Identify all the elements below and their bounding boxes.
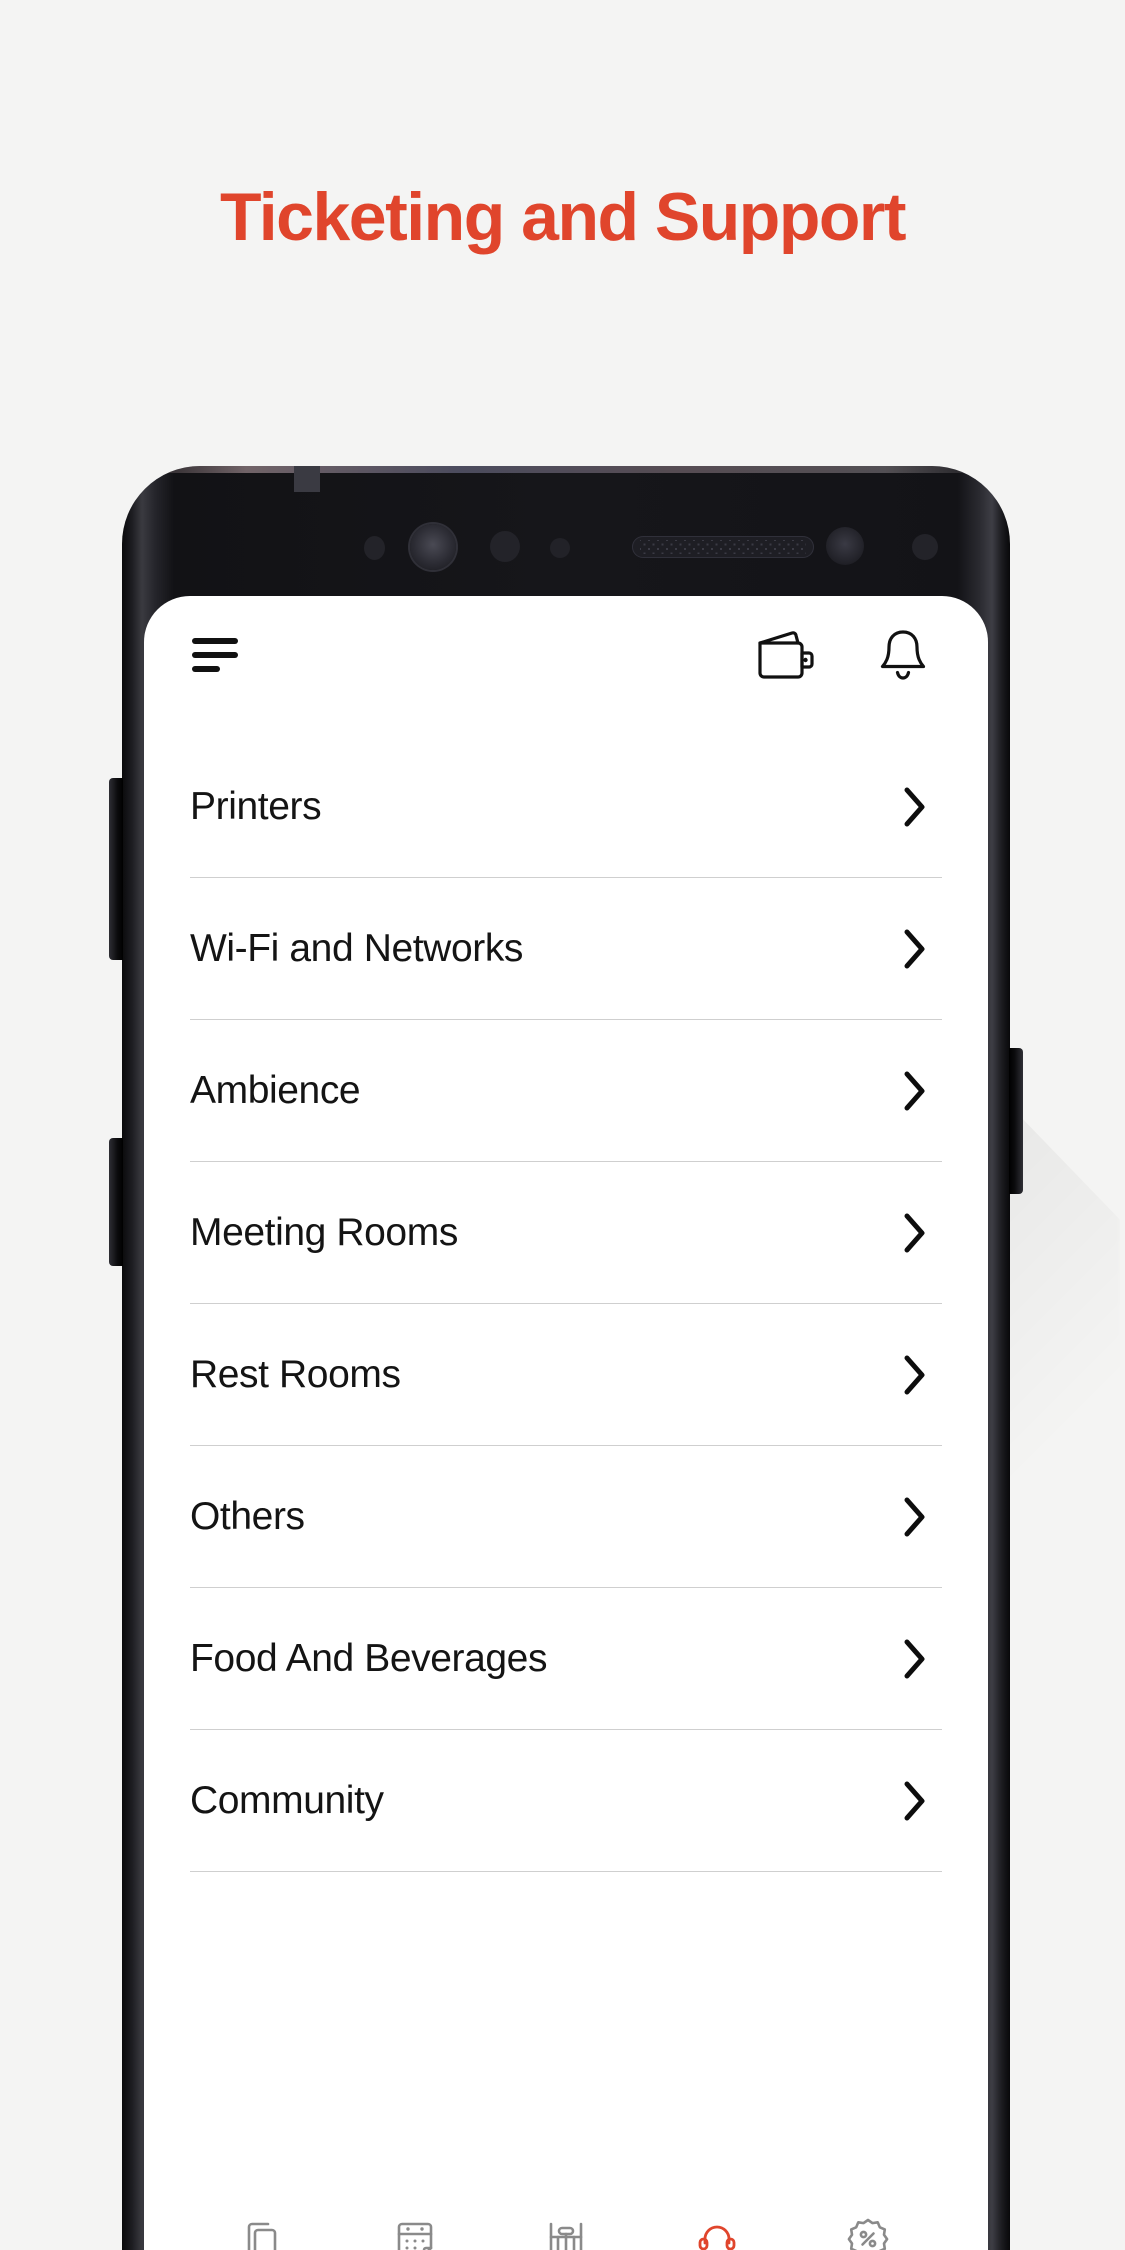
chevron-right-icon[interactable] <box>898 787 932 826</box>
chevron-right-icon[interactable] <box>898 929 932 968</box>
nav-item-workspace[interactable] <box>490 2215 641 2250</box>
category-row-ambience[interactable]: Ambience <box>190 1020 942 1162</box>
bell-icon[interactable] <box>872 624 934 686</box>
hamburger-line-2 <box>192 652 238 658</box>
ambient-light-sensor-icon <box>826 527 864 565</box>
category-label: Ambience <box>190 1068 361 1112</box>
secondary-sensor-icon <box>912 534 938 560</box>
chevron-right-icon[interactable] <box>898 1497 932 1536</box>
category-label: Rest Rooms <box>190 1352 401 1396</box>
category-row-wifi-and-networks[interactable]: Wi-Fi and Networks <box>190 878 942 1020</box>
nav-item-support[interactable] <box>642 2215 793 2250</box>
hamburger-menu-icon[interactable] <box>192 638 238 672</box>
wallet-icon[interactable] <box>754 624 816 686</box>
desk-workspace-icon <box>542 2215 590 2250</box>
nav-item-cards[interactable] <box>188 2215 339 2250</box>
category-row-rest-rooms[interactable]: Rest Rooms <box>190 1304 942 1446</box>
category-row-others[interactable]: Others <box>190 1446 942 1588</box>
chevron-right-icon[interactable] <box>898 1213 932 1252</box>
category-row-meeting-rooms[interactable]: Meeting Rooms <box>190 1162 942 1304</box>
category-label: Meeting Rooms <box>190 1210 458 1254</box>
power-button[interactable] <box>1009 1048 1023 1194</box>
phone-device-frame: Printers Wi-Fi and Networks Ambience Mee… <box>122 466 1010 2250</box>
hamburger-line-3 <box>192 666 220 672</box>
volume-rocker-button[interactable] <box>109 778 123 960</box>
phone-screen: Printers Wi-Fi and Networks Ambience Mee… <box>144 596 988 2250</box>
app-header <box>144 596 988 714</box>
page-title: Ticketing and Support <box>219 179 907 255</box>
category-row-printers[interactable]: Printers <box>190 736 942 878</box>
category-label: Others <box>190 1494 305 1538</box>
hamburger-line-1 <box>192 638 238 644</box>
nav-item-offers[interactable] <box>793 2215 944 2250</box>
category-label: Food And Beverages <box>190 1636 548 1680</box>
chevron-right-icon[interactable] <box>898 1355 932 1394</box>
earpiece-speaker-grille <box>632 536 814 558</box>
chevron-right-icon[interactable] <box>898 1781 932 1820</box>
phone-top-edge-highlight <box>122 466 1010 473</box>
category-row-community[interactable]: Community <box>190 1730 942 1872</box>
category-label: Wi-Fi and Networks <box>190 926 524 970</box>
chevron-right-icon[interactable] <box>898 1639 932 1678</box>
cards-copy-icon <box>240 2215 288 2250</box>
percent-badge-icon <box>844 2215 892 2250</box>
led-indicator-icon <box>550 538 570 558</box>
bixby-button[interactable] <box>109 1138 123 1266</box>
category-label: Community <box>190 1778 384 1822</box>
chevron-right-icon[interactable] <box>898 1071 932 1110</box>
antenna-band <box>294 466 320 492</box>
category-row-food-and-beverages[interactable]: Food And Beverages <box>190 1588 942 1730</box>
bottom-navigation-bar <box>144 2172 988 2250</box>
nav-item-calendar[interactable] <box>339 2215 490 2250</box>
category-list: Printers Wi-Fi and Networks Ambience Mee… <box>144 736 988 1872</box>
front-camera-icon <box>410 524 456 570</box>
front-sensor-cluster <box>122 524 1010 570</box>
category-label: Printers <box>190 784 322 828</box>
calendar-icon <box>391 2215 439 2250</box>
headset-support-icon <box>693 2215 741 2250</box>
proximity-sensor-icon <box>490 531 520 562</box>
iris-scanner-icon <box>364 536 385 560</box>
